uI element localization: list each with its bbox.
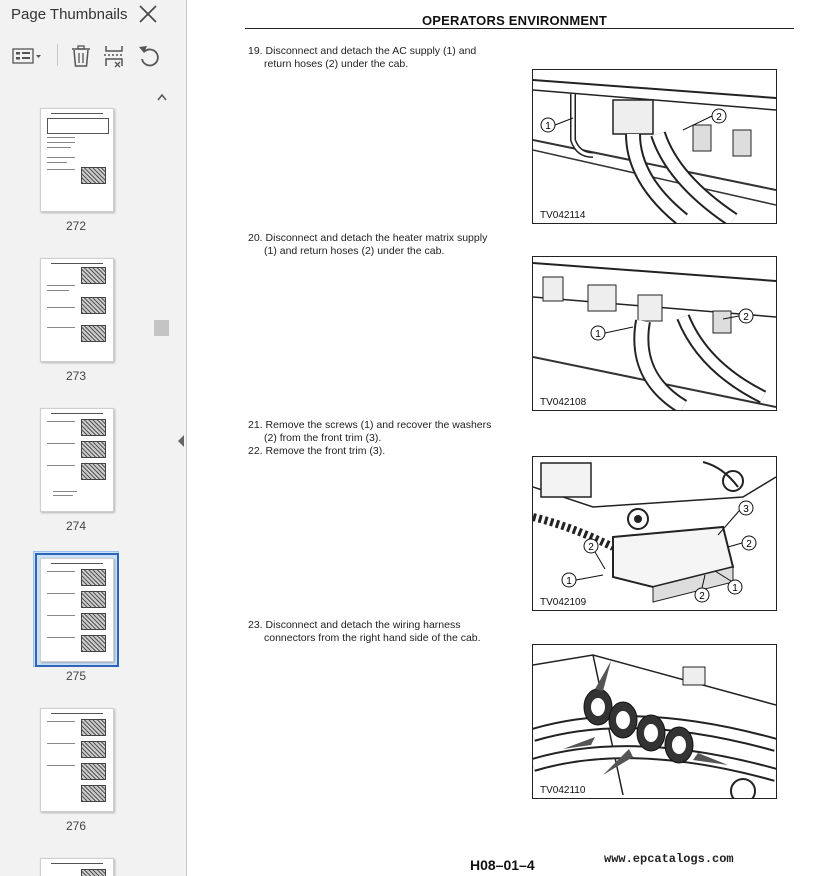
header-rule bbox=[245, 28, 794, 29]
close-icon bbox=[139, 5, 157, 23]
figure-label: TV042110 bbox=[538, 785, 588, 796]
page-extract-icon bbox=[104, 46, 124, 68]
figure-tv042109: 3 2 2 1 2 1 TV042109 bbox=[532, 456, 777, 611]
figure-illustration: 1 2 bbox=[533, 257, 776, 410]
thumbnail-sidebar: Page Thumbnails 272 273 274 275 276 bbox=[0, 0, 187, 876]
watermark-text: www.epcatalogs.com bbox=[604, 852, 734, 866]
figure-illustration: 1 2 bbox=[533, 70, 776, 223]
thumbnail-scrollbar[interactable] bbox=[154, 84, 170, 876]
rotate-page-button[interactable] bbox=[136, 42, 162, 70]
close-panel-button[interactable] bbox=[137, 3, 159, 25]
callout: 1 bbox=[545, 121, 551, 132]
figure-label: TV042114 bbox=[538, 210, 588, 221]
thumbnail-page-274[interactable] bbox=[40, 408, 114, 512]
thumbnail-options-icon bbox=[12, 48, 41, 64]
panel-header: Page Thumbnails bbox=[0, 0, 186, 30]
step-20: 20. Disconnect and detach the heater mat… bbox=[248, 232, 502, 258]
figure-label: TV042109 bbox=[538, 597, 589, 608]
step-number: 20. bbox=[248, 232, 263, 244]
trash-icon bbox=[72, 45, 90, 67]
step-number: 19. bbox=[248, 45, 263, 57]
step-text: Remove the screws (1) and recover the wa… bbox=[265, 419, 492, 431]
thumbnail-label: 274 bbox=[65, 519, 87, 533]
thumbnail-page-277[interactable] bbox=[40, 858, 114, 876]
page-header: OPERATORS ENVIRONMENT bbox=[422, 13, 608, 28]
thumbnail-options-button[interactable] bbox=[11, 42, 43, 70]
page-footer-code: H08–01–4 bbox=[470, 857, 535, 873]
thumbnail-page-272[interactable] bbox=[40, 108, 114, 212]
step-text: Disconnect and detach the AC supply (1) … bbox=[265, 45, 477, 57]
step-text: Remove the front trim (3). bbox=[265, 445, 386, 457]
document-page: OPERATORS ENVIRONMENT 19. Disconnect and… bbox=[188, 0, 815, 876]
callout: 1 bbox=[566, 576, 572, 587]
thumbnail-toolbar bbox=[0, 38, 186, 74]
thumbnail-page-273[interactable] bbox=[40, 258, 114, 362]
figure-label: TV042108 bbox=[538, 397, 589, 408]
delete-page-button[interactable] bbox=[69, 42, 93, 70]
figure-tv042114: 1 2 TV042114 bbox=[532, 69, 777, 224]
panel-title: Page Thumbnails bbox=[11, 6, 128, 23]
thumbnail-label: 276 bbox=[65, 819, 87, 833]
thumbnail-label: 272 bbox=[65, 219, 87, 233]
step-22: 22. Remove the front trim (3). bbox=[248, 445, 502, 458]
thumbnail-label: 273 bbox=[65, 369, 87, 383]
extract-page-button[interactable] bbox=[102, 42, 126, 70]
step-text-continued: (2) from the front trim (3). bbox=[264, 432, 382, 444]
step-text-continued: connectors from the right hand side of t… bbox=[264, 632, 481, 644]
chevron-up-icon bbox=[157, 93, 167, 101]
step-23: 23. Disconnect and detach the wiring har… bbox=[248, 619, 502, 645]
step-text-continued: (1) and return hoses (2) under the cab. bbox=[264, 245, 445, 257]
thumbnail-label: 275 bbox=[65, 669, 87, 683]
step-text-continued: return hoses (2) under the cab. bbox=[264, 58, 409, 70]
callout: 1 bbox=[595, 329, 601, 340]
collapse-panel-handle[interactable] bbox=[177, 434, 185, 448]
callout: 2 bbox=[699, 591, 705, 602]
step-number: 22. bbox=[248, 445, 263, 457]
step-number: 23. bbox=[248, 619, 263, 631]
step-19: 19. Disconnect and detach the AC supply … bbox=[248, 45, 502, 71]
step-text: Disconnect and detach the wiring harness bbox=[265, 619, 461, 631]
figure-tv042108: 1 2 TV042108 bbox=[532, 256, 777, 411]
callout: 2 bbox=[743, 312, 749, 323]
callout: 2 bbox=[746, 539, 752, 550]
callout: 1 bbox=[732, 583, 738, 594]
callout: 2 bbox=[716, 112, 722, 123]
chevron-left-icon bbox=[178, 435, 184, 447]
step-21: 21. Remove the screws (1) and recover th… bbox=[248, 419, 502, 445]
step-number: 21. bbox=[248, 419, 263, 431]
scroll-thumb[interactable] bbox=[154, 320, 169, 336]
toolbar-separator bbox=[57, 44, 58, 66]
callout: 2 bbox=[588, 542, 594, 553]
callout: 3 bbox=[743, 504, 749, 515]
scroll-up-button[interactable] bbox=[157, 88, 167, 101]
figure-illustration: 3 2 2 1 2 1 bbox=[533, 457, 776, 610]
thumbnail-page-275[interactable] bbox=[35, 553, 119, 667]
thumbnail-list[interactable]: 272 273 274 275 276 bbox=[0, 84, 170, 876]
thumbnail-page-276[interactable] bbox=[40, 708, 114, 812]
figure-illustration bbox=[533, 645, 776, 798]
figure-tv042110: TV042110 bbox=[532, 644, 777, 799]
step-text: Disconnect and detach the heater matrix … bbox=[265, 232, 488, 244]
rotate-icon bbox=[139, 46, 159, 67]
